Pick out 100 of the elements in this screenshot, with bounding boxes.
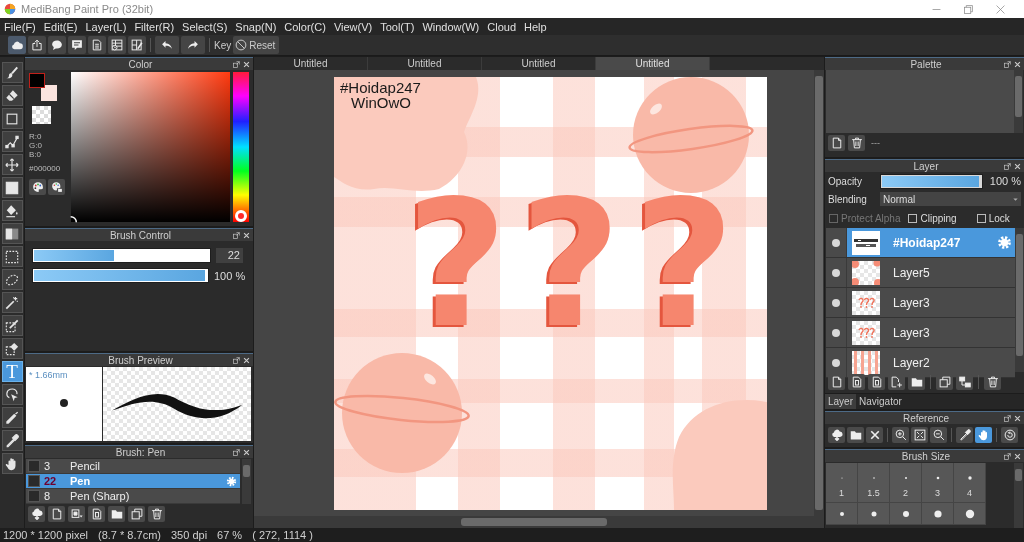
menu-item[interactable]: File(F) <box>0 20 40 33</box>
close-icon[interactable] <box>243 448 250 456</box>
tool-button[interactable] <box>1 200 23 221</box>
tool-button[interactable] <box>1 85 23 106</box>
brush-list-button[interactable] <box>148 506 165 522</box>
brush-size-option[interactable]: 1.5 <box>858 463 890 503</box>
menu-item[interactable]: Layer(L) <box>81 20 131 33</box>
delete-palette-button[interactable] <box>848 135 865 151</box>
scrollbar-thumb[interactable] <box>1015 76 1022 117</box>
tool-button[interactable] <box>1 131 23 152</box>
close-icon[interactable] <box>243 356 250 364</box>
brush-list-button[interactable] <box>48 506 65 522</box>
opacity-slider-track[interactable] <box>880 173 983 189</box>
panel-tab[interactable]: Navigator <box>856 394 905 409</box>
vertical-scrollbar[interactable] <box>1014 70 1023 133</box>
blending-dropdown[interactable]: Normal <box>880 192 1021 206</box>
brush-size-option[interactable]: 3 <box>922 463 954 503</box>
menu-item[interactable]: Select(S) <box>178 20 232 33</box>
visibility-toggle[interactable] <box>826 228 847 257</box>
menu-item[interactable]: Filter(R) <box>130 20 179 33</box>
vertical-scrollbar[interactable] <box>814 70 824 516</box>
tool-button[interactable] <box>1 246 23 267</box>
popout-icon[interactable] <box>1004 452 1011 460</box>
tool-button[interactable] <box>1 292 23 313</box>
layer-item[interactable]: Layer3 <box>847 288 1015 317</box>
layer-item[interactable]: Layer5 <box>847 258 1015 287</box>
layer-action-button[interactable] <box>984 374 1001 390</box>
reference-tool-button[interactable] <box>892 427 909 443</box>
palette-window-button[interactable] <box>48 179 65 195</box>
layer-item[interactable]: Layer2 <box>847 348 1015 377</box>
popout-icon[interactable] <box>1004 60 1011 68</box>
scrollbar-thumb[interactable] <box>815 76 823 510</box>
layer-action-button[interactable] <box>888 374 905 390</box>
brush-row[interactable]: 8 Pen (Sharp) <box>26 489 240 504</box>
reference-tool-button[interactable] <box>866 427 883 443</box>
hue-slider-thumb[interactable] <box>235 210 247 222</box>
tool-button[interactable] <box>1 223 23 244</box>
layer-item[interactable]: Layer3 <box>847 318 1015 347</box>
brush-row[interactable]: 22 Pen <box>26 474 240 489</box>
background-color-swatch[interactable] <box>41 85 57 101</box>
toolbar-button[interactable] <box>28 36 46 54</box>
transparent-color-swatch[interactable] <box>32 106 51 124</box>
menu-item[interactable]: View(V) <box>329 20 377 33</box>
layer-action-button[interactable] <box>828 374 845 390</box>
vertical-scrollbar[interactable] <box>1014 463 1023 528</box>
scrollbar-thumb[interactable] <box>1015 469 1022 481</box>
toolbar-button[interactable] <box>88 36 106 54</box>
close-icon[interactable] <box>1014 452 1021 460</box>
layer-action-button[interactable] <box>936 374 953 390</box>
layer-action-button[interactable] <box>908 374 925 390</box>
saturation-value-picker[interactable] <box>71 72 230 222</box>
scrollbar-thumb[interactable] <box>461 518 607 526</box>
redo-button[interactable] <box>181 36 205 54</box>
tool-button[interactable] <box>1 338 23 359</box>
brush-size-option[interactable] <box>858 503 890 525</box>
reference-tool-button[interactable] <box>956 427 973 443</box>
brush-size-option[interactable]: 2 <box>890 463 922 503</box>
close-icon[interactable] <box>1014 60 1021 68</box>
brush-size-option[interactable] <box>890 503 922 525</box>
close-icon[interactable] <box>1014 162 1021 170</box>
new-palette-button[interactable] <box>828 135 845 151</box>
reference-tool-button[interactable] <box>847 427 864 443</box>
popout-icon[interactable] <box>1004 414 1011 422</box>
menu-item[interactable]: Window(W) <box>418 20 484 33</box>
tool-button[interactable] <box>1 269 23 290</box>
layer-action-button[interactable] <box>956 374 973 390</box>
size-slider-track[interactable] <box>32 248 211 263</box>
document-tab[interactable]: Untitled <box>596 57 710 70</box>
visibility-toggle[interactable] <box>826 258 847 287</box>
checkbox-option[interactable]: Clipping <box>908 212 957 224</box>
brush-size-option[interactable]: 1 <box>826 463 858 503</box>
opacity-slider-track[interactable] <box>32 268 209 283</box>
scrollbar-thumb[interactable] <box>1016 234 1023 356</box>
toolbar-button[interactable] <box>48 36 66 54</box>
close-icon[interactable] <box>1014 414 1021 422</box>
checkbox[interactable] <box>908 213 918 223</box>
toolbar-button[interactable] <box>108 36 126 54</box>
size-value-field[interactable]: 22 <box>216 248 243 263</box>
tool-button[interactable] <box>1 62 23 83</box>
popout-icon[interactable] <box>233 60 240 68</box>
brush-list-button[interactable] <box>68 506 85 522</box>
brush-size-option[interactable] <box>954 503 986 525</box>
menu-item[interactable]: Snap(N) <box>231 20 281 33</box>
toolbar-button[interactable] <box>128 36 146 54</box>
tool-button[interactable] <box>1 453 23 474</box>
vertical-scrollbar[interactable] <box>242 459 251 504</box>
toolbar-button[interactable] <box>68 36 86 54</box>
reference-tool-button[interactable] <box>930 427 947 443</box>
checkbox-option[interactable]: Lock <box>976 212 1010 224</box>
reference-tool-button[interactable] <box>828 427 845 443</box>
reference-tool-button[interactable] <box>1001 427 1018 443</box>
vertical-scrollbar[interactable] <box>1015 228 1024 372</box>
menu-item[interactable]: Color(C) <box>280 20 330 33</box>
tool-button[interactable] <box>1 108 23 129</box>
reference-tool-button[interactable] <box>911 427 928 443</box>
menu-item[interactable]: Edit(E) <box>39 20 82 33</box>
close-icon[interactable] <box>243 231 250 239</box>
tool-button[interactable] <box>1 384 23 405</box>
menu-item[interactable]: Tool(T) <box>376 20 419 33</box>
popout-icon[interactable] <box>233 356 240 364</box>
